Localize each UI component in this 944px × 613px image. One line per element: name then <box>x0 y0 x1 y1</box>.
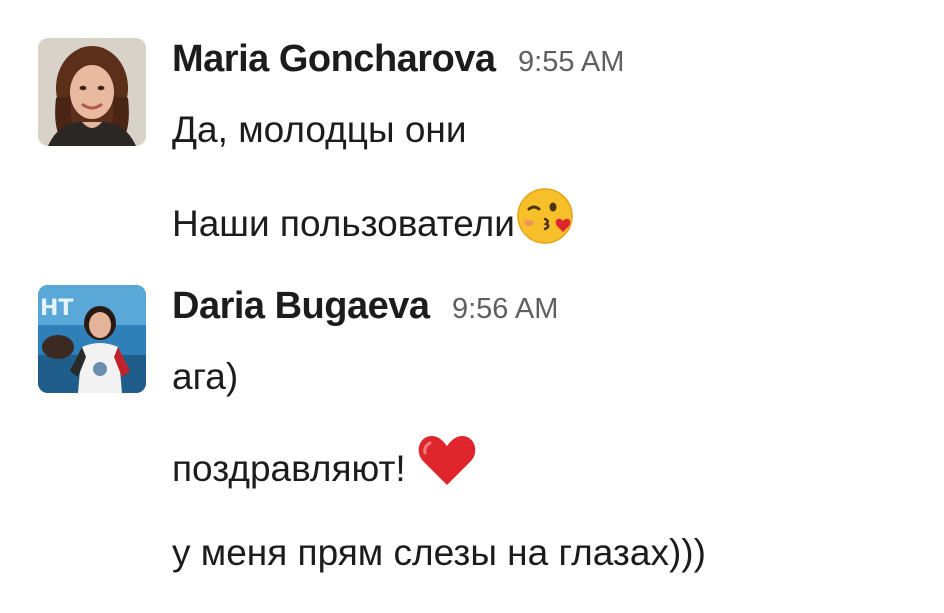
chat-message-list: Maria Goncharova 9:55 AM Да, молодцы они… <box>0 0 944 613</box>
message-text-content: поздравляют! <box>172 447 416 489</box>
message-timestamp[interactable]: 9:55 AM <box>518 46 624 78</box>
message-text: у меня прям слезы на глазах))) <box>172 531 706 575</box>
message-header: Maria Goncharova 9:55 AM <box>172 38 624 90</box>
red-heart-emoji-icon <box>416 433 478 499</box>
author-name[interactable]: Daria Bugaeva <box>172 285 430 327</box>
kissing-heart-emoji-icon <box>515 185 577 257</box>
svg-text:НТ: НТ <box>40 296 73 321</box>
message-text: поздравляют! <box>172 435 478 499</box>
message-text-content: Да, молодцы они <box>172 109 467 150</box>
message-timestamp[interactable]: 9:56 AM <box>452 293 558 325</box>
avatar-maria-goncharova[interactable] <box>38 38 146 146</box>
message-text: Наши пользователи <box>172 188 577 257</box>
avatar-image: НТ <box>38 285 146 393</box>
message-header: Daria Bugaeva 9:56 AM <box>172 285 558 337</box>
avatar-daria-bugaeva[interactable]: НТ <box>38 285 146 393</box>
message-text: Да, молодцы они <box>172 108 467 152</box>
message-text-content: Наши пользователи <box>172 202 515 244</box>
message-text-content: у меня прям слезы на глазах))) <box>172 532 706 573</box>
author-name[interactable]: Maria Goncharova <box>172 38 496 80</box>
avatar-image <box>38 38 146 146</box>
message-text: ага) <box>172 355 238 399</box>
message-text-content: ага) <box>172 356 239 397</box>
